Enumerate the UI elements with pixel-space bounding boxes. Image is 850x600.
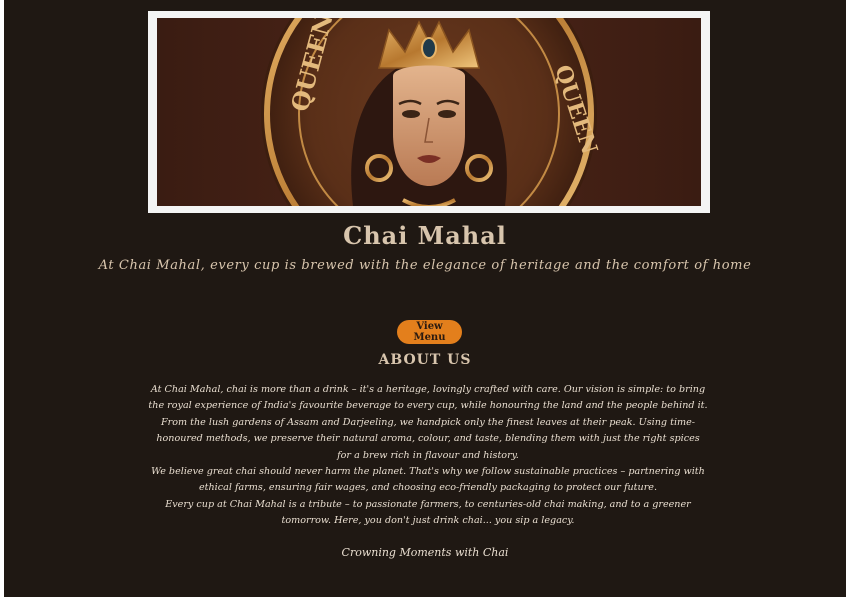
gallery-title: Crowning Moments with Chai <box>341 546 509 559</box>
about-paragraph: We believe great chai should never harm … <box>151 466 705 494</box>
page: QUEEN QUEEN Chai Mahal At Chai Mahal, ev… <box>4 0 846 597</box>
left-eye <box>402 110 420 118</box>
face <box>393 65 465 186</box>
hero-image: QUEEN QUEEN <box>157 18 701 206</box>
view-menu-button[interactable]: View Menu <box>397 320 462 344</box>
hero-coin-illustration: QUEEN QUEEN <box>261 18 602 206</box>
hero-image-frame: QUEEN QUEEN <box>148 11 710 213</box>
right-eye <box>438 110 456 118</box>
about-paragraph: From the lush gardens of Assam and Darje… <box>156 416 700 461</box>
about-body: At Chai Mahal, chai is more than a drink… <box>148 382 708 530</box>
about-title: ABOUT US <box>378 352 472 368</box>
crown-gem <box>421 37 437 59</box>
about-paragraph: At Chai Mahal, chai is more than a drink… <box>148 384 708 412</box>
brand-tagline: At Chai Mahal, every cup is brewed with … <box>98 258 752 273</box>
brand-title: Chai Mahal <box>343 221 507 250</box>
about-paragraph: Every cup at Chai Mahal is a tribute – t… <box>165 498 691 527</box>
